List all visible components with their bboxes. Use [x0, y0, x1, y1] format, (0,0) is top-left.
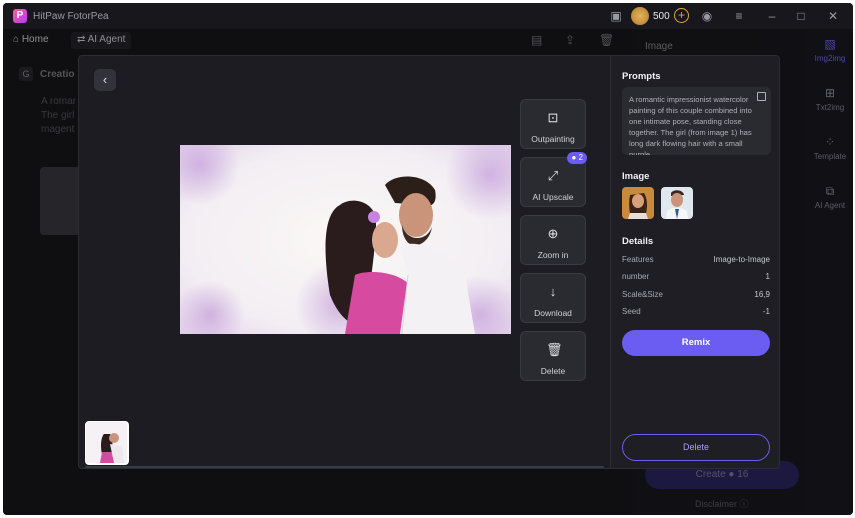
account-icon[interactable]: ◉: [700, 9, 714, 23]
detail-row-seed: Seed -1: [622, 307, 770, 316]
details-panel: Prompts A romantic impressionist waterco…: [611, 56, 779, 468]
credits-count: 500: [653, 11, 670, 22]
image-thumbnail[interactable]: [85, 421, 129, 465]
copy-icon[interactable]: [757, 92, 766, 101]
detail-row-scale-size: Scale&Size 16,9: [622, 290, 770, 299]
outpainting-icon: ⊡: [547, 110, 559, 125]
detail-label: Features: [622, 255, 654, 264]
upscale-icon: ⤢: [547, 168, 559, 183]
download-label: Download: [534, 308, 572, 318]
upscale-label: AI Upscale: [532, 192, 574, 202]
detail-row-features: Features Image-to-Image: [622, 255, 770, 264]
ai-upscale-button[interactable]: ● 2 ⤢ AI Upscale: [520, 152, 587, 207]
minimize-button[interactable]: –: [765, 9, 779, 23]
thumbnail-image: [86, 422, 127, 463]
remix-button[interactable]: Remix: [622, 330, 770, 356]
image-viewer-modal: ‹ ⊡ Outpainting ● 2 ⤢ AI Upscale ⊕ Zoom …: [78, 55, 780, 469]
detail-value: Image-to-Image: [713, 255, 770, 264]
app-window: P HitPaw FotorPea ▣ 500 + ◉ ≡ – □ ✕ ⌂ Ho…: [3, 3, 853, 515]
prompt-text: A romantic impressionist watercolor pain…: [629, 95, 752, 155]
maximize-button[interactable]: □: [794, 9, 808, 23]
zoom-in-icon: ⊕: [547, 226, 559, 241]
thumbnail-scrollbar[interactable]: [85, 466, 604, 468]
app-title: HitPaw FotorPea: [33, 11, 109, 22]
reference-girl-photo: [622, 187, 654, 219]
delete-button[interactable]: Delete: [622, 434, 770, 461]
reference-image-1[interactable]: [622, 187, 654, 219]
outpainting-label: Outpainting: [531, 134, 575, 144]
trash-icon: 🗑: [546, 342, 563, 357]
add-credits-button[interactable]: +: [674, 8, 689, 23]
close-window-button[interactable]: ✕: [826, 9, 840, 23]
detail-row-number: number 1: [622, 272, 770, 281]
prompt-text-box[interactable]: A romantic impressionist watercolor pain…: [622, 87, 771, 155]
generated-image: [180, 145, 511, 334]
details-title: Details: [622, 236, 654, 247]
upscale-badge: ● 2: [567, 152, 587, 164]
detail-label: Seed: [622, 307, 641, 316]
watercolor-couple-image: [180, 145, 511, 334]
reference-image-2[interactable]: [661, 187, 693, 219]
zoom-in-button[interactable]: ⊕ Zoom in: [520, 215, 586, 265]
app-logo: P: [13, 9, 27, 23]
download-button[interactable]: ↓ Download: [520, 273, 586, 323]
title-bar: P HitPaw FotorPea ▣ 500 + ◉ ≡ – □ ✕: [3, 3, 853, 29]
chevron-left-icon: ‹: [102, 72, 108, 87]
detail-label: number: [622, 272, 650, 281]
upscale-badge-count: 2: [578, 153, 583, 162]
detail-label: Scale&Size: [622, 290, 663, 299]
download-icon: ↓: [549, 284, 557, 299]
message-icon[interactable]: ▣: [609, 9, 623, 23]
image-title: Image: [622, 171, 650, 182]
detail-value: 1: [765, 272, 770, 281]
coin-icon: [631, 7, 649, 25]
detail-value: 16,9: [754, 290, 770, 299]
detail-value: -1: [762, 307, 770, 316]
prompts-title: Prompts: [622, 71, 661, 82]
menu-icon[interactable]: ≡: [732, 9, 746, 23]
delete-label: Delete: [540, 366, 566, 376]
reference-man-photo: [661, 187, 693, 219]
outpainting-button[interactable]: ⊡ Outpainting: [520, 99, 586, 149]
back-button[interactable]: ‹: [94, 69, 116, 91]
zoom-label: Zoom in: [537, 250, 569, 260]
delete-tool-button[interactable]: 🗑 Delete: [520, 331, 586, 381]
